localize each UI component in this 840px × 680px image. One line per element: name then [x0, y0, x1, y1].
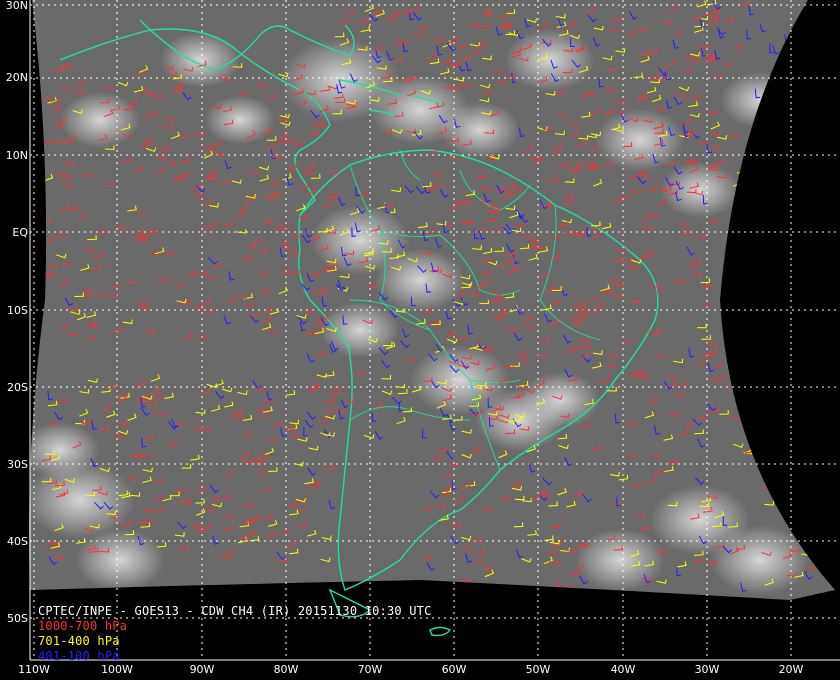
wind-barb — [811, 417, 821, 423]
map-title: CPTEC/INPE - GOES13 - CDW CH4 (IR) 20151… — [38, 604, 432, 618]
cloud-patch — [440, 102, 520, 158]
wind-barb — [803, 177, 814, 182]
cloud-patch — [375, 248, 465, 312]
wind-barb — [777, 192, 788, 201]
lat-label-30n: 30N — [5, 0, 28, 12]
lat-label-eq: EQ — [12, 226, 28, 239]
wind-barb — [828, 558, 835, 566]
wind-barb — [823, 452, 830, 462]
lat-label-50s: 50S — [7, 612, 28, 625]
wind-barb — [752, 385, 763, 391]
wind-barb — [816, 486, 827, 491]
wind-barb — [792, 94, 800, 104]
cloud-patch — [720, 72, 800, 128]
wind-barb — [798, 508, 807, 518]
wind-barb — [819, 15, 829, 24]
lon-label-70w: 70W — [357, 663, 383, 676]
wind-barb — [800, 480, 806, 490]
legend-mid-level: 701-400 hPa — [38, 634, 120, 648]
cloud-patch — [60, 92, 140, 148]
wind-barb — [826, 382, 835, 388]
wind-barb — [797, 414, 805, 425]
wind-barb — [817, 75, 825, 86]
wind-barb — [811, 115, 821, 124]
lat-label-20s: 20S — [7, 381, 28, 394]
wind-barb — [776, 468, 787, 474]
cloud-patch — [595, 108, 685, 172]
wind-barb — [800, 192, 809, 202]
wind-barb — [768, 188, 778, 198]
lon-label-50w: 50W — [525, 663, 551, 676]
lon-label-80w: 80W — [273, 663, 299, 676]
wind-barb — [767, 455, 777, 463]
wind-barb — [791, 458, 801, 464]
legend-high-level: 401-100 hPa — [38, 649, 120, 663]
lat-label-30s: 30S — [7, 458, 28, 471]
cloud-patch — [660, 162, 740, 218]
wind-barb — [816, 540, 823, 550]
wind-barb — [812, 41, 823, 47]
wind-barb — [829, 110, 835, 119]
cloud-patch — [710, 525, 810, 595]
cloud-patch — [520, 372, 600, 428]
lon-label-30w: 30W — [694, 663, 720, 676]
wind-barb — [813, 442, 823, 451]
wind-barb — [797, 93, 803, 104]
lon-label-110w: 110W — [18, 663, 50, 676]
lon-label-100w: 100W — [101, 663, 133, 676]
lon-label-40w: 40W — [610, 663, 636, 676]
wind-barb — [827, 397, 835, 403]
legend-low-level: 1000-700 hPa — [38, 619, 128, 633]
wind-barb — [772, 390, 783, 396]
wind-barb — [769, 178, 777, 189]
lat-label-20n: 20N — [5, 71, 28, 84]
wind-barb — [808, 490, 818, 498]
lon-label-60w: 60W — [441, 663, 467, 676]
cloud-patch — [75, 528, 165, 592]
wind-barb — [772, 486, 783, 492]
wind-barb — [821, 498, 832, 505]
lat-label-40s: 40S — [7, 535, 28, 548]
wind-barb — [771, 431, 782, 436]
wind-barb — [832, 27, 835, 37]
lat-label-10n: 10N — [5, 149, 28, 162]
satellite-wind-map — [29, 0, 840, 661]
lat-label-10s: 10S — [7, 304, 28, 317]
wind-barb — [790, 179, 801, 185]
wind-barb — [483, 585, 494, 591]
wind-barb — [751, 136, 761, 143]
wind-barb — [810, 455, 820, 461]
wind-barb — [757, 451, 764, 461]
wind-barb — [787, 500, 798, 506]
wind-barb — [773, 181, 784, 187]
cloud-patch — [575, 528, 665, 592]
wind-barb — [824, 563, 834, 570]
wind-barb — [753, 377, 763, 383]
wind-barb — [819, 125, 830, 133]
wind-barb — [815, 500, 825, 510]
wind-barb — [816, 123, 827, 129]
wind-barb — [823, 391, 833, 400]
wind-barb — [818, 485, 828, 494]
falkland-islands — [429, 626, 452, 637]
wind-barb — [768, 148, 778, 153]
wind-barb — [801, 405, 811, 414]
lon-label-90w: 90W — [189, 663, 215, 676]
cloud-patch — [29, 422, 100, 478]
wind-barb — [825, 12, 831, 23]
wind-barb — [812, 483, 823, 490]
cloud-patch — [205, 95, 275, 145]
lon-label-20w: 20W — [778, 663, 804, 676]
cloud-patch — [505, 28, 595, 92]
map-legend: CPTEC/INPE - GOES13 - CDW CH4 (IR) 20151… — [38, 604, 432, 664]
wind-barb — [805, 513, 816, 518]
wind-barb — [795, 191, 805, 199]
